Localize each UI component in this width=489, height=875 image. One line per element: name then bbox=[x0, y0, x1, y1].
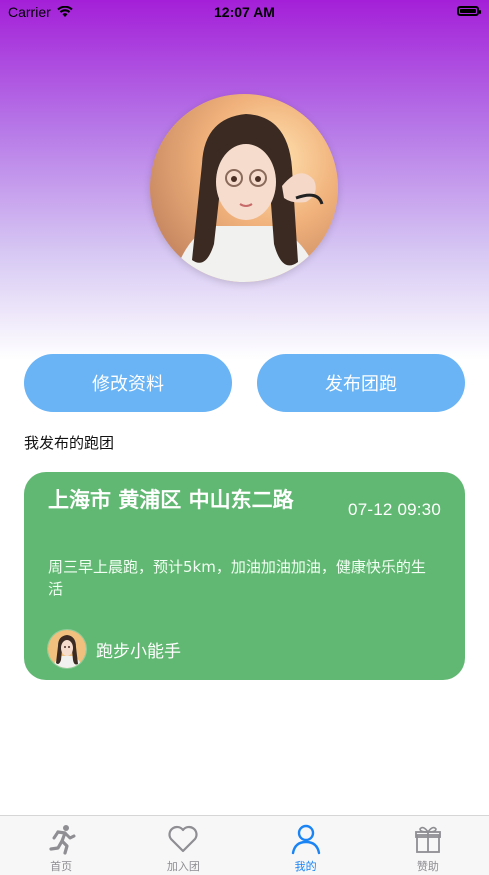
tab-join[interactable]: 加入团 bbox=[122, 816, 244, 875]
tab-mine-label: 我的 bbox=[294, 860, 317, 873]
card-user: 跑步小能手 bbox=[48, 630, 181, 668]
profile-avatar[interactable] bbox=[150, 94, 338, 282]
tab-sponsor[interactable]: 赞助 bbox=[367, 816, 489, 875]
tab-join-label: 加入团 bbox=[166, 860, 200, 873]
edit-profile-button[interactable]: 修改资料 bbox=[24, 354, 232, 412]
gift-icon bbox=[414, 826, 441, 853]
publish-run-button[interactable]: 发布团跑 bbox=[257, 354, 465, 412]
user-icon bbox=[291, 824, 320, 855]
tab-mine[interactable]: 我的 bbox=[245, 816, 367, 875]
status-time: 12:07 AM bbox=[214, 4, 275, 20]
section-title: 我发布的跑团 bbox=[24, 434, 115, 452]
card-description: 周三早上晨跑，预计5km，加油加油加油，健康快乐的生活 bbox=[48, 558, 426, 598]
running-icon bbox=[49, 825, 76, 855]
card-datetime: 07-12 09:30 bbox=[348, 500, 441, 519]
run-group-card[interactable]: 上海市 黄浦区 中山东二路 07-12 09:30 周三早上晨跑，预计5km，加… bbox=[24, 472, 465, 680]
card-username: 跑步小能手 bbox=[96, 641, 181, 662]
user-avatar bbox=[48, 630, 86, 668]
status-bar: Carrier 12:07 AM bbox=[0, 0, 489, 26]
card-location: 上海市 黄浦区 中山东二路 bbox=[48, 488, 294, 512]
tab-home[interactable]: 首页 bbox=[0, 816, 122, 875]
profile-screen: Carrier 12:07 AM 修改资料 发布团跑 我发布的跑团 上海市 黄浦… bbox=[0, 0, 489, 875]
battery-icon bbox=[457, 6, 481, 16]
heart-icon bbox=[168, 825, 198, 853]
tab-bar: 首页 加入团 我的 赞助 bbox=[0, 815, 489, 875]
tab-home-label: 首页 bbox=[50, 860, 73, 873]
tab-sponsor-label: 赞助 bbox=[416, 860, 439, 873]
